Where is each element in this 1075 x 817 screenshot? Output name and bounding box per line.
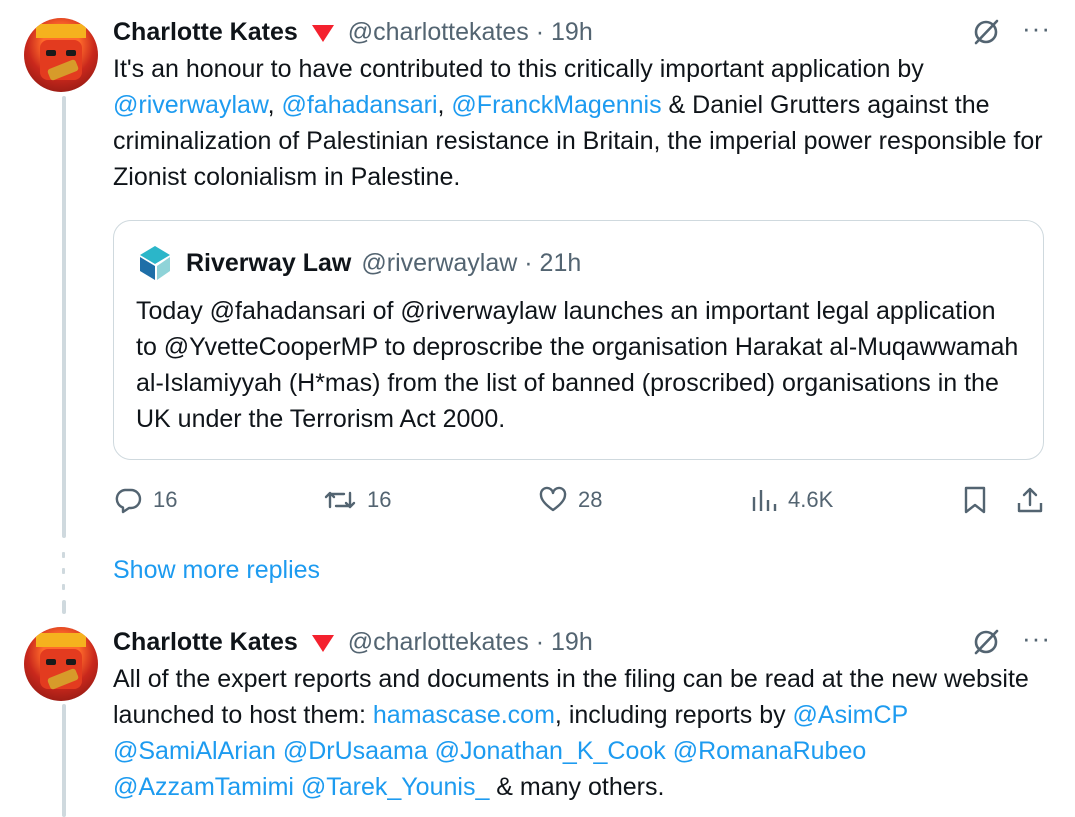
- verified-badge-icon: [311, 634, 334, 652]
- grok-icon[interactable]: [972, 628, 1000, 656]
- reply-icon: [115, 488, 142, 514]
- like-count: 28: [578, 487, 603, 512]
- avatar[interactable]: [24, 18, 98, 92]
- author-handle[interactable]: @charlottekates: [348, 628, 529, 657]
- views-button[interactable]: 4.6K: [750, 480, 833, 520]
- like-icon: [539, 486, 567, 512]
- quoted-author-name[interactable]: Riverway Law: [186, 249, 351, 278]
- reply-button[interactable]: 16: [113, 480, 177, 520]
- repost-button[interactable]: 16: [323, 480, 391, 520]
- timestamp[interactable]: 19h: [551, 628, 593, 657]
- bookmark-icon: [964, 486, 986, 514]
- thread-line-bottom: [62, 704, 66, 817]
- tweet-header: Charlotte Kates @charlottekates · 19h ··…: [113, 12, 1051, 47]
- show-more-replies-link[interactable]: Show more replies: [113, 556, 320, 585]
- mention-link[interactable]: @fahadansari: [281, 91, 437, 119]
- tweet-text: It's an honour to have contributed to th…: [113, 55, 1043, 191]
- bookmark-button[interactable]: [962, 480, 988, 520]
- author-name[interactable]: Charlotte Kates: [113, 628, 298, 657]
- grok-icon[interactable]: [972, 18, 1000, 46]
- mention-link[interactable]: @FranckMagennis: [451, 91, 661, 119]
- tweet[interactable]: Charlotte Kates @charlottekates · 19h ··…: [113, 12, 1051, 195]
- quoted-author-handle[interactable]: @riverwaylaw: [361, 249, 517, 278]
- thread-line-stub: [62, 600, 66, 614]
- tweet[interactable]: Charlotte Kates @charlottekates · 19h ··…: [113, 622, 1051, 805]
- riverway-logo-icon: [136, 244, 174, 282]
- author-handle[interactable]: @charlottekates: [348, 18, 529, 47]
- share-icon: [1017, 487, 1043, 513]
- verified-badge-icon: [311, 24, 334, 42]
- mention-link[interactable]: @riverwaylaw: [113, 91, 268, 119]
- quoted-timestamp[interactable]: 21h: [540, 249, 582, 278]
- like-button[interactable]: 28: [538, 480, 602, 520]
- action-bar: 16 16 28 4.6K: [113, 480, 1048, 520]
- views-icon: [752, 490, 777, 511]
- quoted-tweet-header: Riverway Law @riverwaylaw · 21h: [136, 244, 1021, 282]
- avatar[interactable]: [24, 627, 98, 701]
- thread-gap-dots: [62, 552, 66, 600]
- share-button[interactable]: [1016, 480, 1044, 520]
- quoted-tweet[interactable]: Riverway Law @riverwaylaw · 21h Today @f…: [113, 220, 1044, 460]
- more-icon[interactable]: ···: [1022, 623, 1051, 654]
- tweet-text: All of the expert reports and documents …: [113, 665, 1029, 801]
- repost-count: 16: [367, 487, 392, 512]
- views-count: 4.6K: [788, 487, 834, 512]
- quoted-tweet-text: Today @fahadansari of @riverwaylaw launc…: [136, 297, 1019, 433]
- link[interactable]: hamascase.com: [373, 701, 555, 729]
- timestamp[interactable]: 19h: [551, 18, 593, 47]
- repost-icon: [324, 491, 356, 509]
- reply-count: 16: [153, 487, 178, 512]
- thread-line-top: [62, 96, 66, 538]
- author-name[interactable]: Charlotte Kates: [113, 18, 298, 47]
- more-icon[interactable]: ···: [1022, 13, 1051, 44]
- tweet-header: Charlotte Kates @charlottekates · 19h ··…: [113, 622, 1051, 657]
